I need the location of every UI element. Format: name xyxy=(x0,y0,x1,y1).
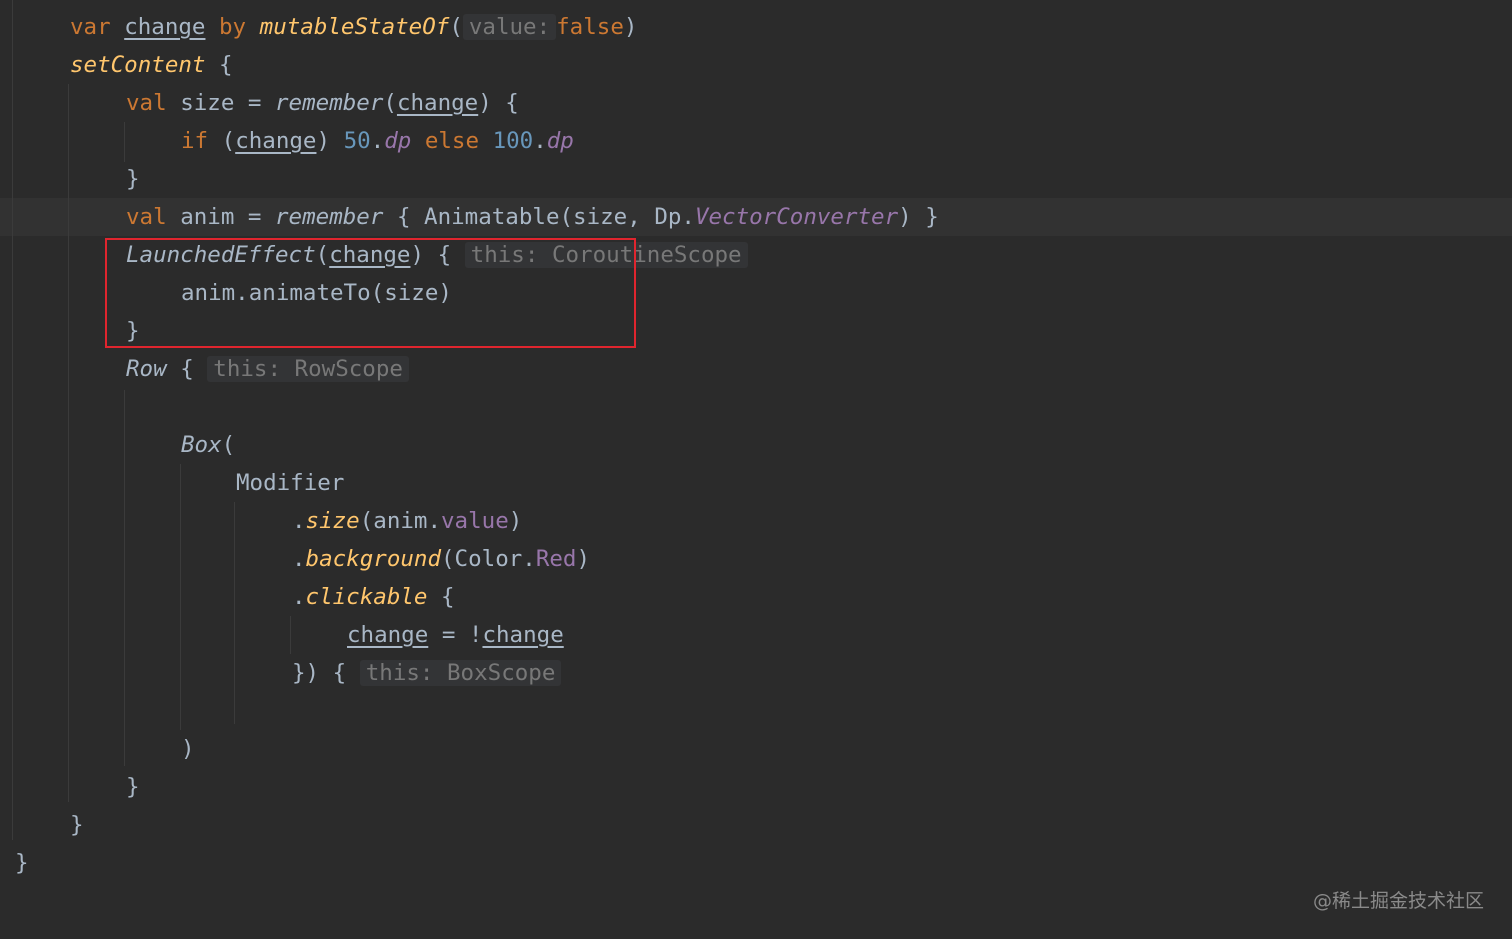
variable-change[interactable]: change xyxy=(347,622,428,648)
extension-dp[interactable]: dp xyxy=(384,128,411,154)
code-line-13[interactable]: Modifier xyxy=(236,464,344,502)
indent-guide xyxy=(124,390,125,766)
punctuation: ) xyxy=(181,736,195,762)
keyword-else: else xyxy=(424,128,480,154)
code-text: ) } xyxy=(898,204,939,230)
function-remember[interactable]: remember xyxy=(275,204,383,230)
indent-guide xyxy=(290,616,291,654)
punctuation: . xyxy=(533,128,547,154)
function-box[interactable]: Box xyxy=(181,432,222,458)
code-line-3[interactable]: val size = remember(change) { xyxy=(126,84,519,122)
variable-change[interactable]: change xyxy=(482,622,563,648)
code-line-2[interactable]: setContent { xyxy=(70,46,233,84)
code-text: = ! xyxy=(441,622,483,648)
punctuation: { xyxy=(180,356,194,382)
indent-guide xyxy=(12,0,13,840)
variable-change[interactable]: change xyxy=(397,90,478,116)
property-value[interactable]: value xyxy=(441,508,509,534)
function-row[interactable]: Row xyxy=(126,356,167,382)
property-red[interactable]: Red xyxy=(536,546,577,572)
number-literal: 100 xyxy=(492,128,534,154)
code-text: (Color. xyxy=(441,546,536,572)
punctuation: ) xyxy=(623,14,638,40)
function-size[interactable]: size xyxy=(306,508,360,534)
punctuation: ) xyxy=(576,546,591,572)
number-literal: 50 xyxy=(343,128,371,154)
watermark-text: @稀土掘金技术社区 xyxy=(1312,890,1484,912)
code-line-23[interactable]: } xyxy=(15,844,29,882)
keyword-var: var xyxy=(70,14,111,40)
punctuation: . xyxy=(292,584,306,610)
code-line-22[interactable]: } xyxy=(70,806,84,844)
scope-hint: this: BoxScope xyxy=(359,660,562,686)
variable-change[interactable]: change xyxy=(124,14,205,40)
punctuation: ( xyxy=(383,90,397,116)
code-text: anim = xyxy=(180,204,262,230)
keyword-if: if xyxy=(181,128,209,154)
code-line-18[interactable]: }) { this: BoxScope xyxy=(292,654,562,692)
keyword-false: false xyxy=(556,14,624,40)
punctuation: ) xyxy=(508,508,523,534)
punctuation: . xyxy=(292,546,306,572)
code-line-5[interactable]: } xyxy=(126,160,140,198)
extension-dp[interactable]: dp xyxy=(547,128,574,154)
code-text: }) { xyxy=(292,660,347,686)
indent-guide xyxy=(234,502,235,724)
code-line-16[interactable]: .clickable { xyxy=(292,578,455,616)
code-line-4[interactable]: if (change) 50.dp else 100.dp xyxy=(181,122,574,160)
function-background[interactable]: background xyxy=(306,546,441,572)
indent-guide xyxy=(68,84,69,802)
code-editor[interactable]: var change by mutableStateOf(value: false… xyxy=(0,0,1512,939)
code-text: size = xyxy=(180,90,262,116)
code-text: (anim. xyxy=(359,508,442,534)
code-line-17[interactable]: change = !change xyxy=(347,616,564,654)
code-line-12[interactable]: Box( xyxy=(181,426,235,464)
property-vectorconverter[interactable]: VectorConverter xyxy=(695,204,898,230)
code-line-1[interactable]: var change by mutableStateOf(value: false… xyxy=(70,8,637,46)
function-remember[interactable]: remember xyxy=(275,90,383,116)
annotation-highlight-box xyxy=(105,238,636,348)
variable-change[interactable]: change xyxy=(235,128,316,154)
punctuation: . xyxy=(292,508,306,534)
punctuation: ( xyxy=(449,14,463,40)
code-text: { Animatable(size, Dp. xyxy=(396,204,695,230)
keyword-val: val xyxy=(126,90,167,116)
keyword-by: by xyxy=(219,14,247,40)
indent-guide xyxy=(180,464,181,730)
code-text: ) { xyxy=(478,90,519,116)
parameter-hint: value: xyxy=(462,14,557,40)
punctuation: ) xyxy=(316,128,331,154)
punctuation: { xyxy=(219,52,233,78)
scope-hint: this: RowScope xyxy=(207,356,409,382)
code-line-6[interactable]: val anim = remember { Animatable(size, D… xyxy=(126,198,939,236)
code-line-15[interactable]: .background(Color.Red) xyxy=(292,540,590,578)
punctuation: ( xyxy=(221,432,236,458)
punctuation: } xyxy=(70,812,84,838)
code-line-20[interactable]: ) xyxy=(181,730,195,768)
function-mutablestateof[interactable]: mutableStateOf xyxy=(260,14,450,40)
code-text: Modifier xyxy=(236,470,345,496)
punctuation: . xyxy=(370,128,385,154)
code-line-21[interactable]: } xyxy=(126,768,140,806)
function-setcontent[interactable]: setContent xyxy=(70,52,205,78)
keyword-val: val xyxy=(126,204,167,230)
indent-guide xyxy=(124,122,125,162)
code-line-14[interactable]: .size(anim.value) xyxy=(292,502,522,540)
code-line-10[interactable]: Row { this: RowScope xyxy=(126,350,409,388)
punctuation: ( xyxy=(221,128,236,154)
punctuation: } xyxy=(126,774,140,800)
function-clickable[interactable]: clickable xyxy=(306,584,428,610)
punctuation: } xyxy=(15,850,29,876)
punctuation: } xyxy=(126,166,140,192)
punctuation: { xyxy=(441,584,455,610)
